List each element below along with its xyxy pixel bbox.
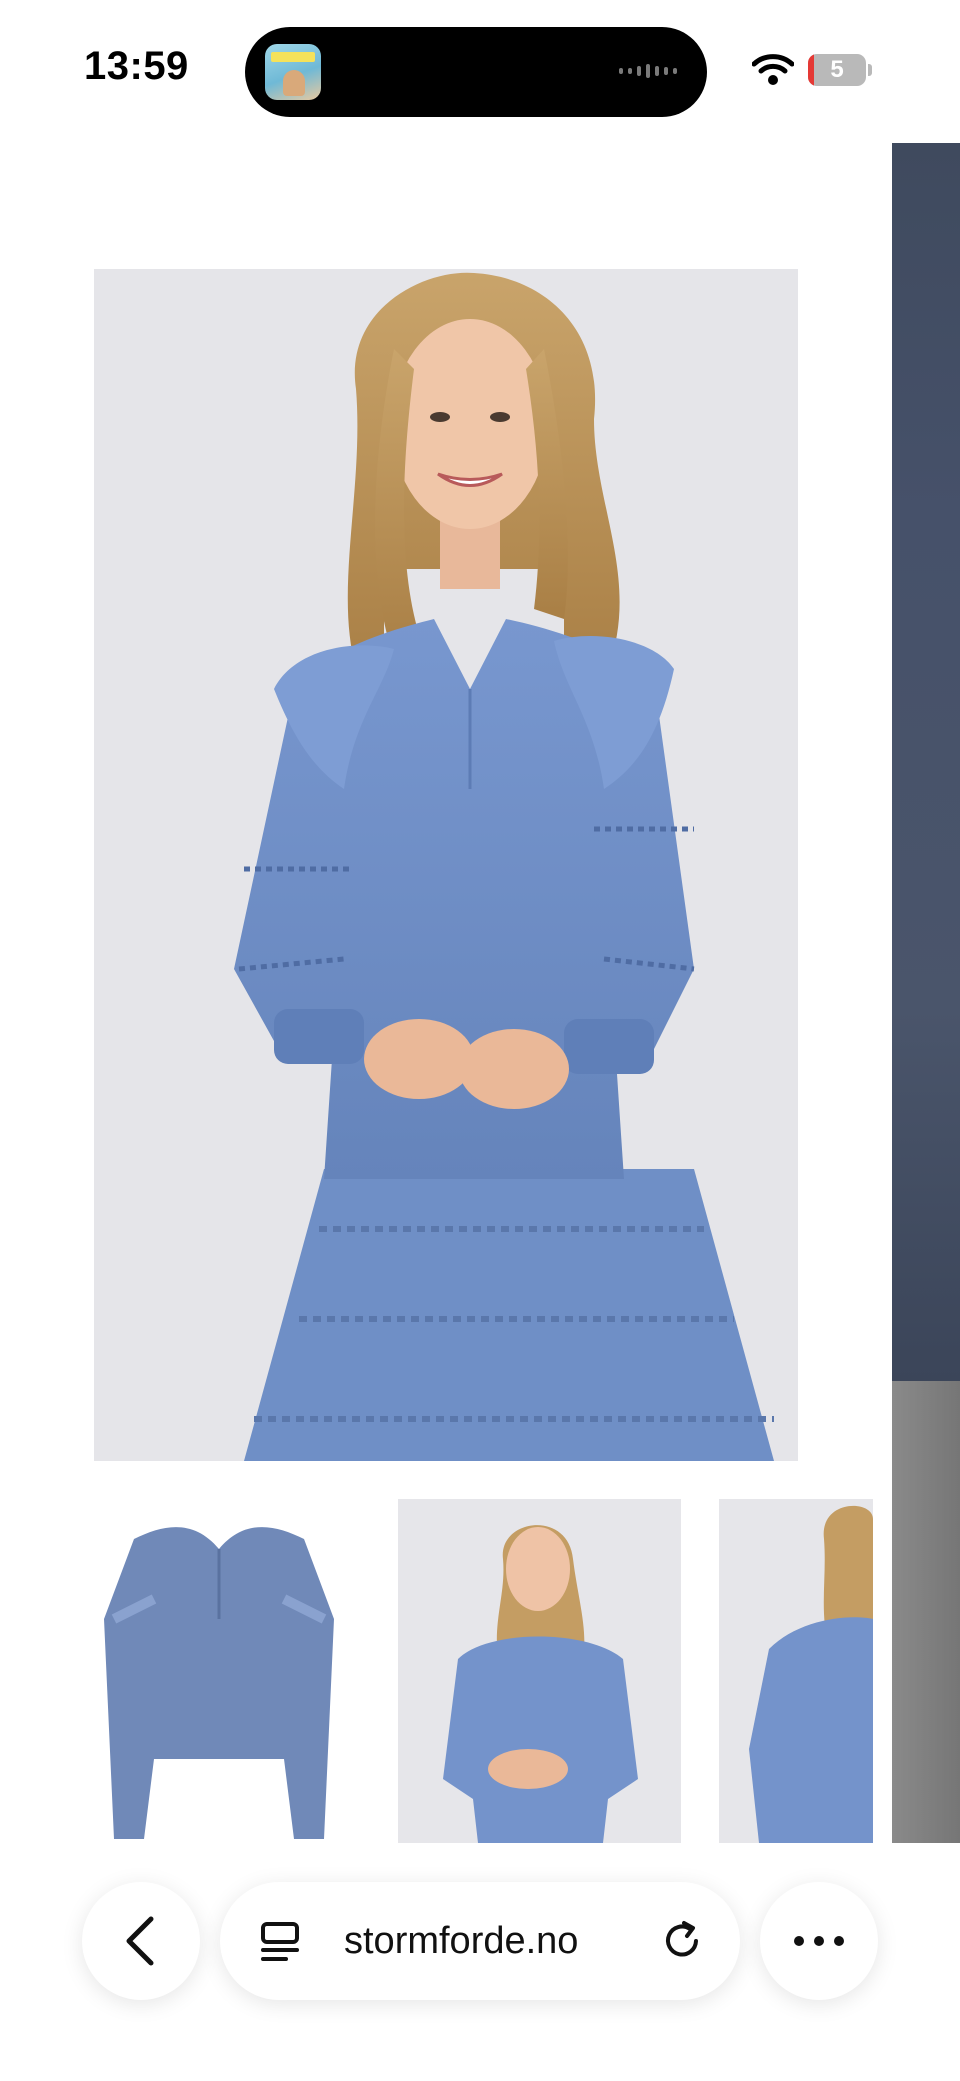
address-bar[interactable]: stormforde.no xyxy=(220,1882,740,2000)
more-dots-icon xyxy=(794,1936,844,1946)
reload-icon[interactable] xyxy=(660,1919,704,1963)
thumbnail-product[interactable] xyxy=(94,1499,344,1843)
battery-level: 5 xyxy=(830,56,844,83)
next-slide-image-bottom[interactable] xyxy=(892,1381,960,1843)
thumbnail-model-front-illustration xyxy=(443,1525,638,1843)
slide-gap xyxy=(872,143,892,1843)
more-options-button[interactable] xyxy=(760,1882,878,2000)
podcast-artwork-thumbnail[interactable] xyxy=(265,44,321,100)
back-button[interactable] xyxy=(82,1882,200,2000)
tabs-icon[interactable] xyxy=(260,1921,300,1963)
audio-waveform-icon xyxy=(619,64,677,78)
status-time: 13:59 xyxy=(84,44,189,88)
battery-icon: 5 xyxy=(808,54,866,86)
thumbnail-model-back[interactable] xyxy=(719,1499,873,1843)
url-text[interactable]: stormforde.no xyxy=(344,1882,578,2000)
thumbnail-product-illustration xyxy=(104,1527,334,1839)
wifi-icon xyxy=(752,54,794,85)
chevron-left-icon xyxy=(126,1916,154,1966)
thumbnail-model-back-illustration xyxy=(749,1505,873,1843)
product-photo-illustration xyxy=(234,272,774,1461)
next-slide-image[interactable] xyxy=(892,143,960,1381)
battery-tip xyxy=(868,64,872,76)
main-product-image[interactable] xyxy=(94,269,798,1461)
dynamic-island[interactable] xyxy=(245,27,707,117)
thumbnail-model-front[interactable] xyxy=(398,1499,681,1843)
